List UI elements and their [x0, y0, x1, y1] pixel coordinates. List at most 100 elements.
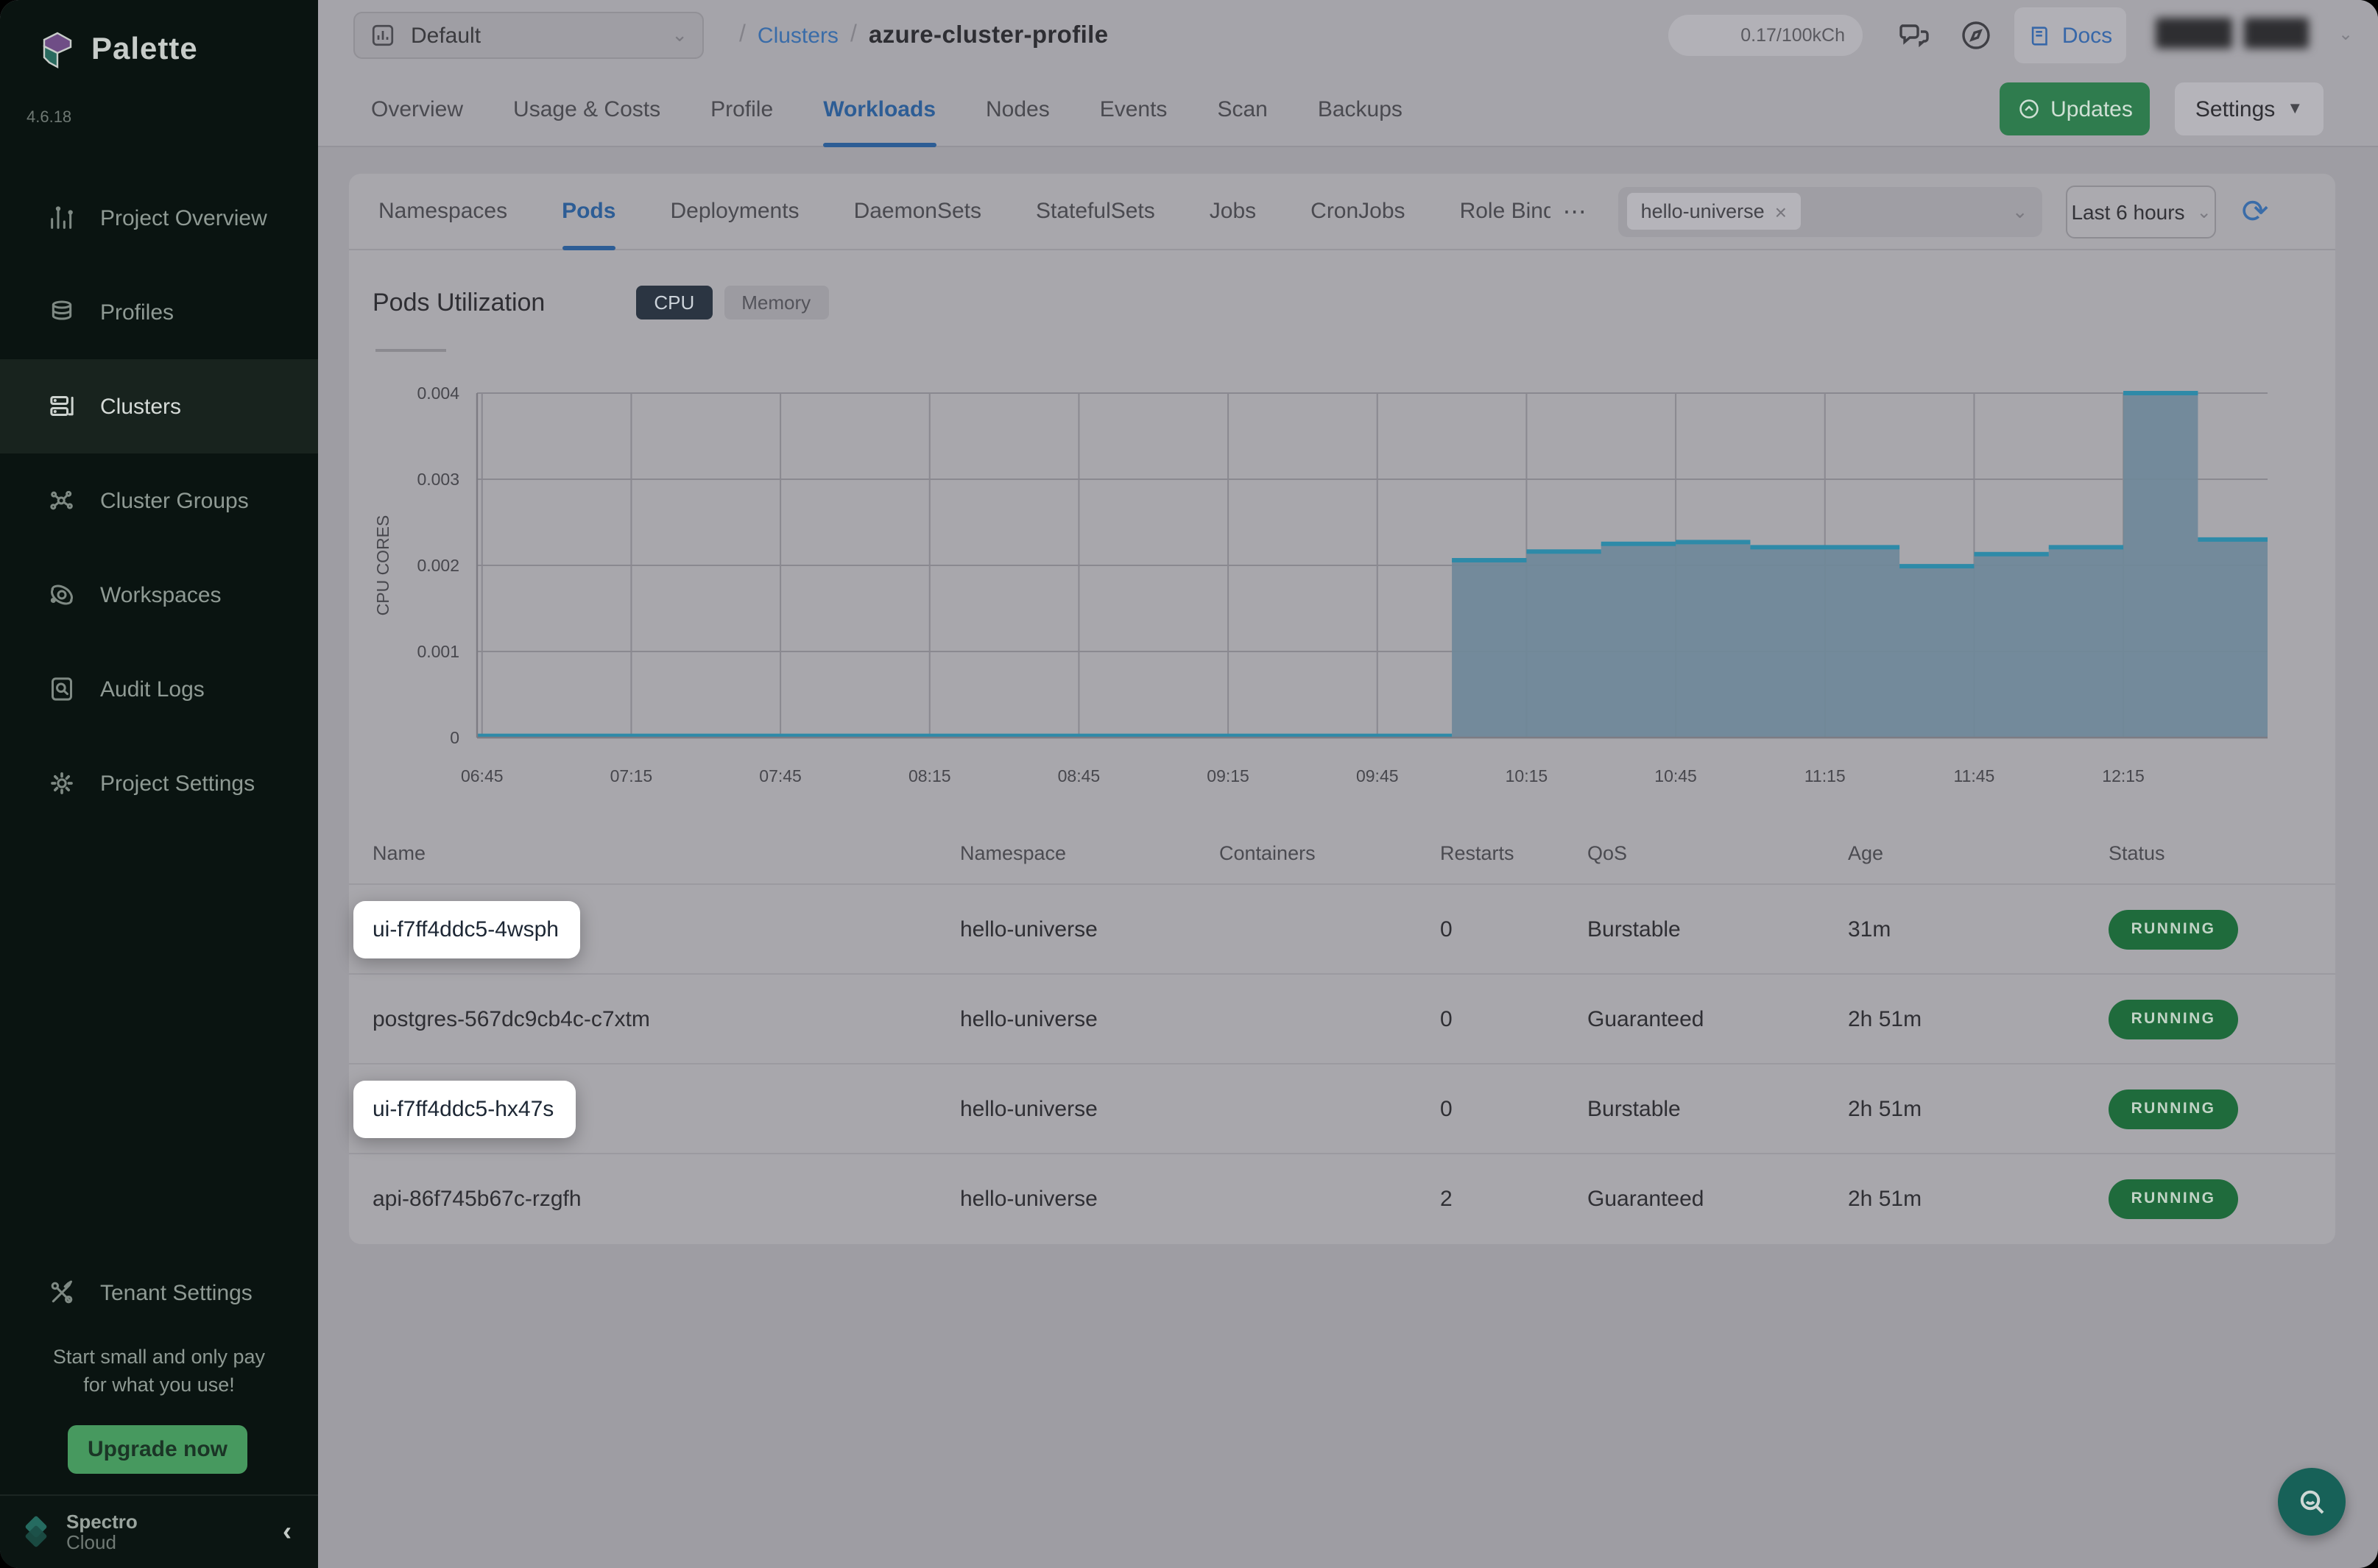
svg-text:08:45: 08:45 — [1058, 766, 1101, 785]
column-header-name: Name — [373, 841, 960, 864]
sidebar-item-label: Workspaces — [100, 582, 222, 607]
table-row[interactable]: postgres-567dc9cb4c-c7xtm hello-universe… — [349, 973, 2335, 1063]
sidebar-item-tenant-settings[interactable]: Tenant Settings — [0, 1246, 318, 1340]
subtab-deployments[interactable]: Deployments — [670, 173, 799, 250]
project-selector[interactable]: Default ⌄ — [353, 12, 704, 59]
settings-button[interactable]: Settings ▼ — [2175, 82, 2324, 135]
search-icon — [2294, 1484, 2329, 1519]
chip-close-icon[interactable]: × — [1775, 199, 1787, 223]
search-fab-button[interactable] — [2278, 1468, 2346, 1536]
cell-namespace: hello-universe — [960, 917, 1219, 942]
cluster-tabs-row: Overview Usage & Costs Profile Workloads Nod… — [318, 71, 2378, 147]
status-badge: RUNNING — [2109, 1089, 2238, 1129]
column-header-status: Status — [2109, 841, 2312, 864]
breadcrumb-clusters-link[interactable]: Clusters — [758, 23, 839, 48]
sidebar-item-label: Project Overview — [100, 205, 267, 230]
tab-nodes[interactable]: Nodes — [986, 71, 1050, 147]
toggle-memory[interactable]: Memory — [724, 286, 828, 319]
svg-text:11:45: 11:45 — [1953, 766, 1994, 785]
tab-profile[interactable]: Profile — [710, 71, 773, 147]
cell-restarts: 2 — [1440, 1186, 1587, 1211]
sidebar-item-audit-logs[interactable]: Audit Logs — [0, 642, 318, 736]
subtab-statefulsets[interactable]: StatefulSets — [1036, 173, 1155, 250]
tab-usage-costs[interactable]: Usage & Costs — [513, 71, 660, 147]
book-icon — [2028, 23, 2053, 48]
sidebar-item-cluster-groups[interactable]: Cluster Groups — [0, 453, 318, 548]
column-header-qos: QoS — [1587, 841, 1848, 864]
subtab-jobs[interactable]: Jobs — [1210, 173, 1256, 250]
pods-table-body: ui-f7ff4ddc5-4wsph hello-universe 0 Burs… — [349, 883, 2335, 1243]
cluster-tabs: Overview Usage & Costs Profile Workloads Nod… — [371, 71, 1403, 147]
cell-namespace: hello-universe — [960, 1186, 1219, 1211]
namespace-filter-select[interactable]: hello-universe × ⌄ — [1619, 186, 2043, 236]
chart-title-underline — [375, 349, 446, 352]
tab-backups[interactable]: Backups — [1318, 71, 1403, 147]
svg-text:0.002: 0.002 — [417, 556, 459, 575]
sidebar-item-profiles[interactable]: Profiles — [0, 265, 318, 359]
subtabs-overflow-button[interactable]: ⋯ — [1563, 197, 1587, 226]
time-range-select[interactable]: Last 6 hours ⌄ — [2067, 185, 2217, 238]
sidebar-item-workspaces[interactable]: Workspaces — [0, 548, 318, 642]
cell-name: postgres-567dc9cb4c-c7xtm — [373, 1006, 960, 1031]
pod-name-spotlight: ui-f7ff4ddc5-4wsph — [353, 900, 581, 958]
column-header-containers: Containers — [1219, 841, 1440, 864]
chart-bars-icon — [47, 203, 77, 233]
subtab-cronjobs[interactable]: CronJobs — [1310, 173, 1405, 250]
subtab-role-bindings[interactable]: Role Bindings — [1460, 173, 1551, 250]
app-window: Palette 4.6.18 Project Overview Profiles… — [0, 0, 2378, 1568]
cell-name: api-86f745b67c-rzgfh — [373, 1186, 960, 1211]
cell-restarts: 0 — [1440, 917, 1587, 942]
cell-status: RUNNING — [2109, 999, 2312, 1039]
sidebar-footer: Spectro Cloud ‹ — [0, 1494, 318, 1568]
updates-button[interactable]: Updates — [2000, 82, 2150, 135]
settings-label: Settings — [2195, 96, 2275, 121]
tab-scan[interactable]: Scan — [1217, 71, 1267, 147]
orbit-icon — [47, 580, 77, 610]
table-row[interactable]: api-86f745b67c-rzgfh hello-universe 2 Gu… — [349, 1153, 2335, 1243]
upgrade-now-button[interactable]: Upgrade now — [68, 1425, 247, 1474]
user-name-redacted[interactable] — [2156, 18, 2309, 49]
tab-events[interactable]: Events — [1100, 71, 1168, 147]
cell-age: 2h 51m — [1848, 1006, 2109, 1031]
cell-qos: Burstable — [1587, 917, 1848, 942]
layers-icon — [47, 297, 77, 327]
svg-text:10:45: 10:45 — [1654, 766, 1697, 785]
pods-utilization-chart: 00.0010.0020.0030.00406:4507:1507:4508:1… — [368, 368, 2297, 802]
subtab-pods[interactable]: Pods — [562, 173, 615, 250]
sidebar-item-label: Profiles — [100, 300, 174, 325]
tab-workloads[interactable]: Workloads — [823, 71, 936, 147]
svg-text:06:45: 06:45 — [461, 766, 504, 785]
network-icon — [47, 486, 77, 515]
sidebar-item-project-settings[interactable]: Project Settings — [0, 736, 318, 830]
docs-label: Docs — [2062, 23, 2112, 48]
svg-text:10:15: 10:15 — [1506, 766, 1548, 785]
workloads-card: Namespaces Pods Deployments DaemonSets State… — [349, 174, 2335, 1244]
tools-icon — [47, 1278, 77, 1307]
svg-text:07:15: 07:15 — [610, 766, 653, 785]
svg-text:0: 0 — [450, 728, 459, 747]
subtab-namespaces[interactable]: Namespaces — [378, 173, 507, 250]
svg-text:08:15: 08:15 — [908, 766, 951, 785]
palette-logo: Palette — [38, 29, 198, 71]
sidebar-item-clusters[interactable]: Clusters — [0, 359, 318, 453]
table-row[interactable]: ui-f7ff4ddc5-hx47s hello-universe 0 Burs… — [349, 1063, 2335, 1153]
chat-icon[interactable] — [1897, 18, 1932, 53]
refresh-icon[interactable]: ⟳ — [2242, 195, 2269, 227]
sidebar-collapse-icon[interactable]: ‹ — [283, 1516, 292, 1547]
cell-status: RUNNING — [2109, 909, 2312, 949]
cell-status: RUNNING — [2109, 1089, 2312, 1129]
docs-button[interactable]: Docs — [2014, 7, 2126, 63]
chevron-down-icon: ⌄ — [671, 24, 688, 47]
sidebar-item-project-overview[interactable]: Project Overview — [0, 171, 318, 265]
status-badge: RUNNING — [2109, 909, 2238, 949]
column-header-namespace: Namespace — [960, 841, 1219, 864]
compass-icon[interactable] — [1958, 18, 1994, 53]
svg-text:0.001: 0.001 — [417, 642, 459, 661]
status-badge: RUNNING — [2109, 1179, 2238, 1218]
table-row[interactable]: ui-f7ff4ddc5-4wsph hello-universe 0 Burs… — [349, 883, 2335, 973]
subtab-daemonsets[interactable]: DaemonSets — [854, 173, 981, 250]
tab-overview[interactable]: Overview — [371, 71, 463, 147]
status-badge: RUNNING — [2109, 999, 2238, 1039]
toggle-cpu[interactable]: CPU — [636, 286, 712, 319]
user-menu-chevron-icon[interactable]: ⌄ — [2338, 24, 2353, 44]
